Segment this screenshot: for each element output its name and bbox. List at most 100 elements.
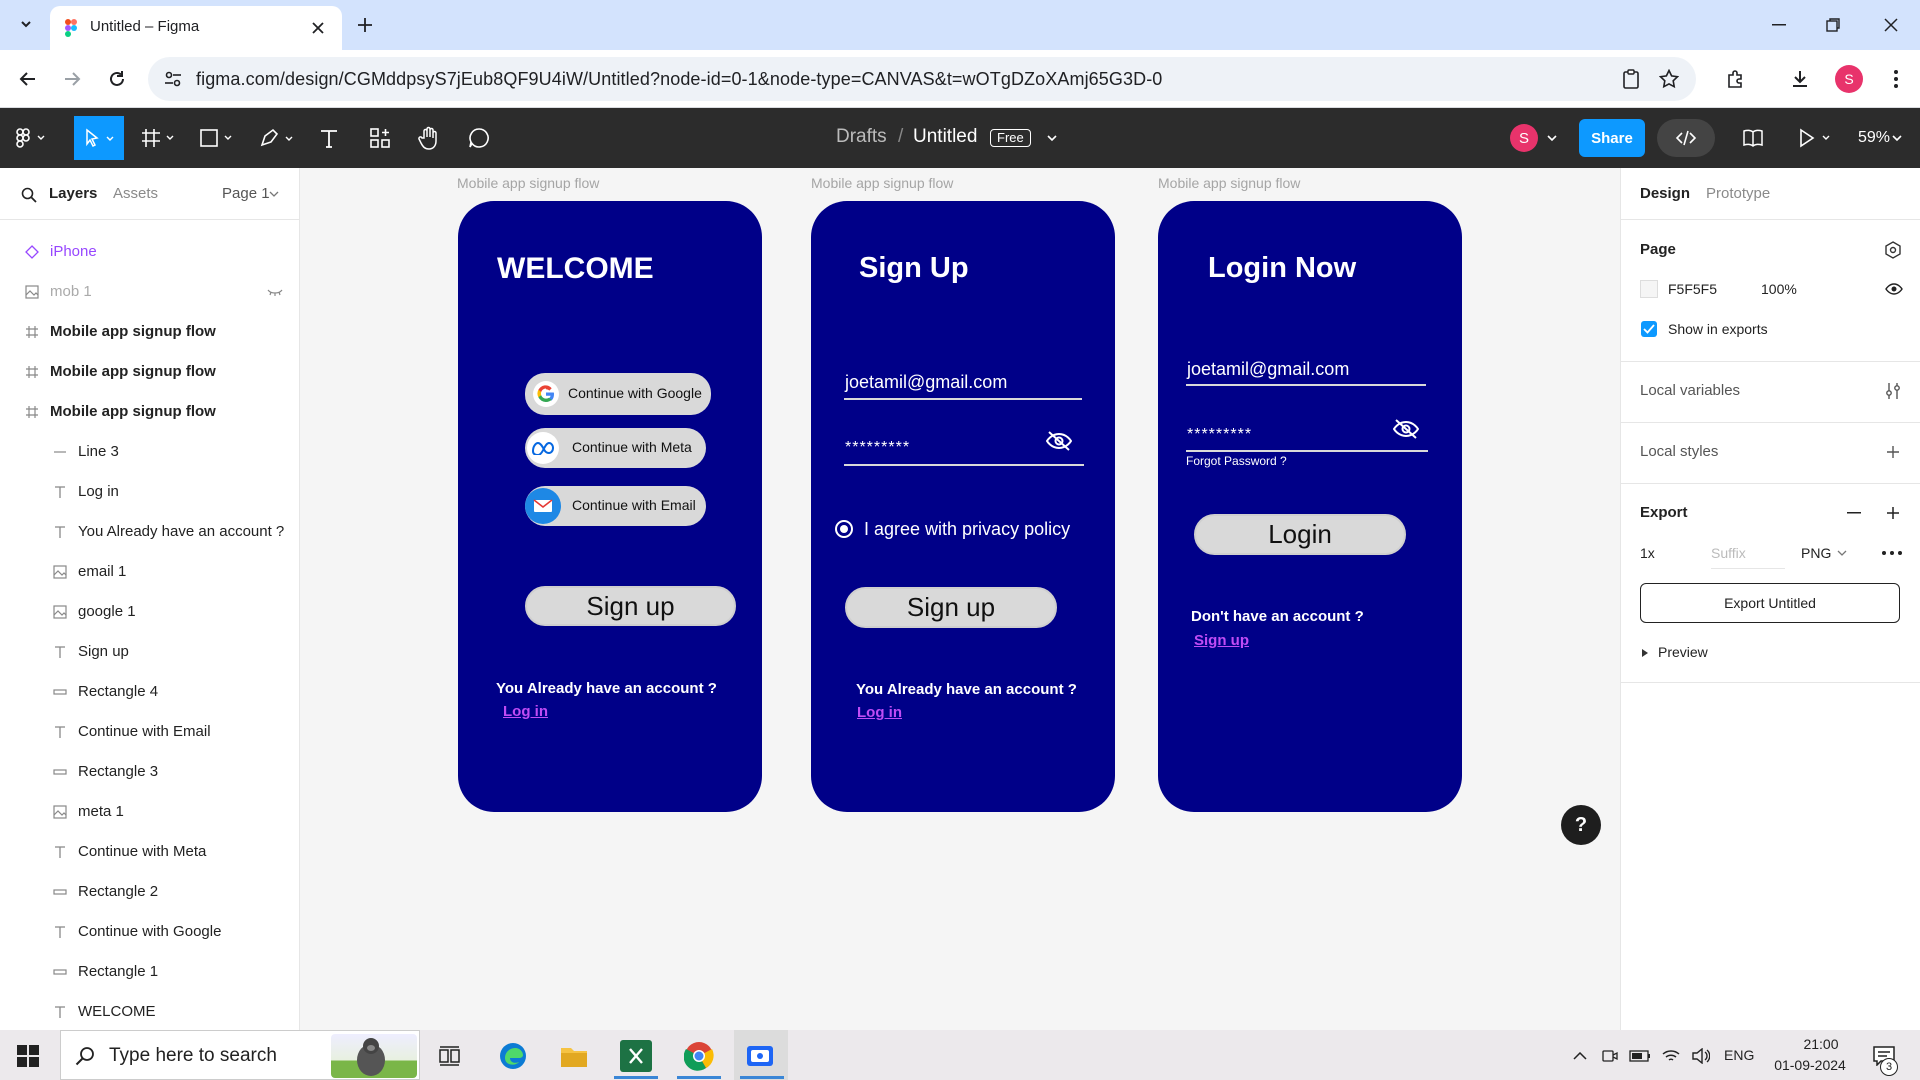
continue-with-email-button[interactable]: Continue with Email: [525, 486, 706, 526]
layer-row[interactable]: Rectangle 1: [0, 952, 300, 992]
page-settings-icon[interactable]: [1882, 239, 1904, 261]
frame-label[interactable]: Mobile app signup flow: [457, 175, 599, 191]
frame-label[interactable]: Mobile app signup flow: [1158, 175, 1300, 191]
export-more-icon[interactable]: [1879, 543, 1905, 563]
variables-settings-icon[interactable]: [1882, 380, 1904, 402]
show-in-exports-checkbox[interactable]: [1641, 321, 1657, 337]
add-export-icon[interactable]: [1882, 502, 1904, 524]
show-hidden-icons-chevron[interactable]: [1570, 1046, 1590, 1066]
layer-row[interactable]: Log in: [0, 472, 300, 512]
zoom-level[interactable]: 59%: [1858, 129, 1890, 147]
browser-tab[interactable]: Untitled – Figma: [50, 6, 342, 50]
hide-password-icon[interactable]: [1392, 417, 1420, 441]
signup-button[interactable]: Sign up: [845, 587, 1057, 628]
login-email-field[interactable]: joetamil@gmail.com: [1187, 359, 1349, 380]
layer-row[interactable]: Mobile app signup flow: [0, 312, 300, 352]
login-screen-frame[interactable]: Login Now joetamil@gmail.com ********* F…: [1158, 201, 1462, 812]
site-info-icon[interactable]: [162, 68, 184, 90]
signup-button[interactable]: Sign up: [525, 586, 736, 626]
export-scale[interactable]: 1x: [1640, 545, 1655, 561]
visibility-eye-icon[interactable]: [1884, 279, 1904, 299]
tab-layers[interactable]: Layers: [49, 185, 97, 202]
excel-icon[interactable]: [620, 1040, 652, 1072]
avatar-chevron-icon[interactable]: [1544, 130, 1560, 146]
bg-opacity[interactable]: 100%: [1761, 281, 1797, 297]
back-icon[interactable]: [14, 65, 42, 93]
layer-row[interactable]: Rectangle 4: [0, 672, 300, 712]
layer-row[interactable]: Mobile app signup flow: [0, 352, 300, 392]
dev-mode-toggle[interactable]: [1657, 119, 1715, 157]
new-tab-icon[interactable]: [352, 12, 378, 38]
clipboard-icon[interactable]: [1620, 68, 1642, 90]
layer-row[interactable]: meta 1: [0, 792, 300, 832]
rectangle-tool-icon[interactable]: [198, 126, 238, 150]
restore-window-icon[interactable]: [1820, 12, 1846, 38]
forward-icon[interactable]: [58, 65, 86, 93]
layer-row[interactable]: iPhone: [0, 232, 300, 272]
minimize-window-icon[interactable]: [1766, 12, 1792, 38]
chrome-icon[interactable]: [683, 1040, 715, 1072]
page-selector[interactable]: Page 1: [222, 185, 270, 202]
search-icon[interactable]: [18, 184, 40, 206]
bg-color-swatch[interactable]: [1640, 280, 1658, 298]
close-tab-icon[interactable]: [308, 18, 328, 38]
hidden-eye-icon[interactable]: [265, 282, 285, 302]
meet-now-icon[interactable]: [1600, 1046, 1620, 1066]
battery-icon[interactable]: [1628, 1046, 1652, 1066]
forgot-password-link[interactable]: Forgot Password ?: [1186, 454, 1287, 468]
layer-row[interactable]: Continue with Email: [0, 712, 300, 752]
share-button[interactable]: Share: [1579, 119, 1645, 157]
address-bar[interactable]: figma.com/design/CGMddpsyS7jEub8QF9U4iW/…: [148, 57, 1696, 101]
login-button[interactable]: Login: [1194, 514, 1406, 555]
login-link[interactable]: Log in: [503, 703, 548, 720]
file-menu-chevron-icon[interactable]: [1044, 130, 1060, 146]
export-format[interactable]: PNG: [1801, 545, 1831, 561]
hide-password-icon[interactable]: [1045, 429, 1073, 453]
file-explorer-icon[interactable]: [558, 1040, 590, 1072]
pen-tool-icon[interactable]: [258, 126, 298, 150]
preview-toggle[interactable]: Preview: [1658, 644, 1708, 660]
clock-time[interactable]: 21:00: [1790, 1036, 1852, 1052]
text-tool-icon[interactable]: [316, 126, 342, 150]
layer-row[interactable]: Sign up: [0, 632, 300, 672]
profile-avatar[interactable]: S: [1835, 65, 1863, 93]
volume-icon[interactable]: [1690, 1046, 1712, 1066]
page-chevron-icon[interactable]: [268, 188, 280, 200]
reload-icon[interactable]: [103, 65, 131, 93]
login-password-field[interactable]: *********: [1187, 426, 1252, 444]
privacy-radio[interactable]: [835, 520, 853, 538]
signup-email-field[interactable]: joetamil@gmail.com: [845, 372, 1007, 393]
signup-password-field[interactable]: *********: [845, 439, 910, 457]
layer-row[interactable]: Continue with Meta: [0, 832, 300, 872]
tab-prototype[interactable]: Prototype: [1706, 185, 1770, 202]
login-link[interactable]: Log in: [857, 704, 902, 721]
windows-start-icon[interactable]: [14, 1042, 42, 1070]
extensions-icon[interactable]: [1722, 65, 1750, 93]
tab-list-chevron-icon[interactable]: [12, 10, 40, 38]
present-play-icon[interactable]: [1796, 125, 1836, 151]
edge-browser-icon[interactable]: [497, 1040, 529, 1072]
add-style-icon[interactable]: [1882, 441, 1904, 463]
layer-row[interactable]: mob 1: [0, 272, 300, 312]
signup-screen-frame[interactable]: Sign Up joetamil@gmail.com ********* I a…: [811, 201, 1115, 812]
task-view-icon[interactable]: [436, 1042, 464, 1070]
bookmark-star-icon[interactable]: [1658, 68, 1680, 90]
layer-row[interactable]: Mobile app signup flow: [0, 392, 300, 432]
library-book-icon[interactable]: [1740, 125, 1766, 151]
design-canvas[interactable]: Mobile app signup flow Mobile app signup…: [301, 168, 1619, 1030]
wifi-icon[interactable]: [1660, 1046, 1682, 1066]
zoom-chevron-icon[interactable]: [1890, 130, 1904, 146]
hand-tool-icon[interactable]: [416, 125, 442, 151]
main-menu-icon[interactable]: [14, 125, 50, 151]
help-icon[interactable]: ?: [1561, 805, 1601, 845]
taskbar-search-box[interactable]: Type here to search: [60, 1030, 420, 1080]
comment-tool-icon[interactable]: [466, 125, 492, 151]
browser-menu-icon[interactable]: [1882, 65, 1910, 93]
layer-row[interactable]: email 1: [0, 552, 300, 592]
welcome-screen-frame[interactable]: WELCOME Continue with Google Continue wi…: [458, 201, 762, 812]
format-chevron-icon[interactable]: [1836, 547, 1848, 559]
resources-tool-icon[interactable]: [367, 126, 393, 150]
screen-capture-app-icon[interactable]: [744, 1040, 776, 1072]
layer-row[interactable]: Line 3: [0, 432, 300, 472]
layer-row[interactable]: google 1: [0, 592, 300, 632]
